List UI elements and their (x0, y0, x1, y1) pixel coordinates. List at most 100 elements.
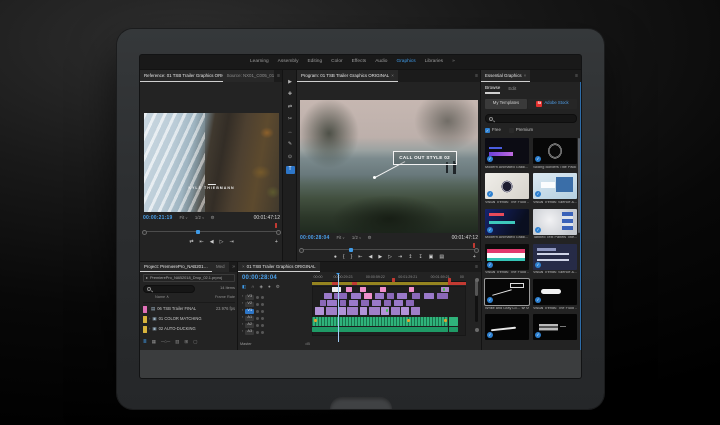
template-card[interactable]: ✓ Tabbed Text Panels Title... (533, 209, 577, 240)
track-toggle-dot[interactable] (256, 317, 259, 320)
track-toggle-dot[interactable] (256, 303, 259, 306)
reference-playhead[interactable] (196, 230, 200, 234)
timeline-playhead[interactable] (338, 274, 339, 342)
sequence-marker[interactable] (448, 278, 451, 282)
timeline-clip[interactable] (380, 287, 386, 292)
wrench-icon[interactable]: ⚙ (211, 216, 215, 221)
project-toolbar-button[interactable]: ▢ (193, 340, 197, 345)
template-card[interactable]: ✓ Sliding Borders Title Pack (533, 138, 577, 169)
transport-button[interactable]: ▤ (439, 255, 444, 260)
timeline-clip[interactable] (312, 317, 448, 326)
timeline-clip[interactable] (401, 307, 409, 315)
track-toggle-dot[interactable] (261, 310, 264, 313)
template-thumbnail[interactable]: ✓ (533, 209, 577, 235)
track-header[interactable]: ▪ V2 (242, 301, 312, 307)
checkbox-icon[interactable] (509, 128, 514, 133)
timeline-scrollbar[interactable] (475, 278, 478, 322)
track-header[interactable]: ▪ A3 (242, 329, 312, 335)
expander-icon[interactable]: › (149, 317, 150, 321)
tab-reference[interactable]: Reference: 01 TSB Trailer Graphics ORIGI… (140, 70, 223, 82)
track-toggle-dot[interactable] (256, 331, 259, 334)
checkbox-icon[interactable]: ✓ (485, 128, 490, 133)
template-thumbnail[interactable]: ✓ (485, 209, 529, 235)
template-thumbnail[interactable]: ✓ (533, 314, 577, 340)
tab-project[interactable]: Project: PremierePro_NAB2018_Drop_02.1 (140, 262, 212, 272)
track-header[interactable]: ▪ V1 (242, 308, 312, 314)
timeline-clip[interactable] (424, 293, 433, 299)
project-breadcrumb[interactable]: ▸ PremierePro_NAB2018_Drop_02.1.prproj (143, 274, 235, 282)
timeline-clip[interactable] (411, 307, 420, 315)
track-header[interactable]: ▪ A2 (242, 322, 312, 328)
program-timecode[interactable]: 00:00:28:04 (300, 236, 329, 241)
track-lock-icon[interactable]: ▪ (242, 302, 243, 306)
timeline-clip[interactable] (372, 300, 381, 306)
workspace-tab[interactable]: Color (331, 60, 342, 65)
callout-anchor-dot[interactable] (373, 176, 376, 179)
template-thumbnail[interactable]: ✓ (533, 138, 577, 164)
workspace-tab[interactable]: Libraries (425, 60, 443, 65)
scrollbar[interactable] (578, 138, 580, 233)
master-track[interactable]: Master dB (240, 343, 310, 347)
timeline-clip[interactable] (391, 307, 400, 315)
track-target-toggle[interactable]: V2 (245, 302, 254, 307)
timeline-timecode[interactable]: 00:00:28:04 (242, 275, 277, 281)
track-target-toggle[interactable]: A3 (245, 330, 254, 335)
transport-button[interactable]: ⇥ (229, 240, 233, 245)
panel-menu-icon[interactable]: ≡ (472, 70, 481, 82)
my-templates-button[interactable]: My Templates (485, 99, 527, 109)
zoom-level-dropdown[interactable]: Fit∨ (336, 236, 344, 240)
track-target-toggle[interactable]: V1 (245, 309, 254, 314)
timeline-clip[interactable] (346, 287, 352, 292)
workspace-tab[interactable]: » (452, 60, 455, 65)
timeline-clip[interactable] (324, 293, 332, 299)
transport-button[interactable]: ⇤ (358, 255, 362, 260)
timeline-clip[interactable] (449, 317, 458, 326)
template-card[interactable]: ✓ (485, 314, 529, 342)
program-scrubber[interactable] (303, 249, 475, 252)
workspace-tab[interactable]: Assembly (278, 60, 299, 65)
timeline-clip[interactable] (347, 307, 358, 315)
eg-subtab[interactable]: Edit (508, 87, 516, 92)
item-label[interactable]: 06 TSB Trailer FINAL (157, 307, 196, 311)
track-toggle-dot[interactable] (261, 296, 264, 299)
eg-subtab[interactable]: Browse (485, 86, 500, 92)
timeline-clip[interactable] (338, 307, 346, 315)
template-thumbnail[interactable]: ✓ (485, 138, 529, 164)
track-lock-icon[interactable]: ▪ (242, 309, 243, 313)
timeline-clip[interactable] (327, 300, 336, 306)
timeline-clip[interactable] (349, 300, 358, 306)
sequence-marker[interactable] (392, 278, 395, 282)
workspace-tab[interactable]: Audio (375, 60, 387, 65)
timeline-ruler[interactable]: 00:0000:00:29:2300:00:59:2200:01:29:2100… (312, 274, 466, 282)
timeline-clip[interactable] (351, 293, 362, 299)
template-thumbnail[interactable]: ✓ (485, 279, 529, 305)
timeline-clip[interactable] (320, 300, 326, 306)
tab-source[interactable]: Source: NX01_C005_0153... (223, 70, 274, 82)
project-toolbar-button[interactable]: ▥ (175, 340, 179, 345)
project-item-row[interactable]: › ▣ 02 AUTO-DUCKING (140, 324, 238, 334)
button-editor-icon[interactable]: + (275, 240, 278, 246)
callout-graphic[interactable]: CALL OUT STYLE 02 (393, 151, 457, 166)
tool-button[interactable]: ↔ (286, 128, 295, 136)
close-icon[interactable]: × (524, 74, 527, 79)
track-lock-icon[interactable]: ▪ (242, 316, 243, 320)
template-card[interactable]: ✓ Visual Trends: Silence &... (533, 244, 577, 275)
timeline-clip[interactable] (312, 327, 448, 332)
template-card[interactable]: ✓ Visual Trends: The Fluid ... (533, 279, 577, 310)
item-label[interactable]: 01 COLOR MATCHING (159, 317, 202, 321)
playback-resolution-dropdown[interactable]: 1/2∨ (352, 236, 362, 240)
transport-button[interactable]: ● (334, 255, 337, 260)
workspace-tab[interactable]: Graphics (396, 60, 415, 65)
timeline-clip[interactable] (409, 287, 414, 292)
timeline-clips-area[interactable] (312, 286, 466, 336)
timeline-toolbar-icon[interactable]: ∩ (251, 285, 254, 290)
template-thumbnail[interactable]: ✓ (533, 173, 577, 199)
track-target-toggle[interactable]: A2 (245, 323, 254, 328)
track-header[interactable]: ▪ V3 (242, 294, 312, 300)
track-target-toggle[interactable]: A1 (245, 316, 254, 321)
transport-button[interactable]: ↧ (418, 255, 422, 260)
wrench-icon[interactable]: ⚙ (368, 236, 372, 241)
playback-resolution-dropdown[interactable]: 1/2∨ (195, 216, 205, 220)
timeline-toolbar-icon[interactable]: ◧ (242, 285, 246, 290)
timeline-clip[interactable] (397, 293, 408, 299)
